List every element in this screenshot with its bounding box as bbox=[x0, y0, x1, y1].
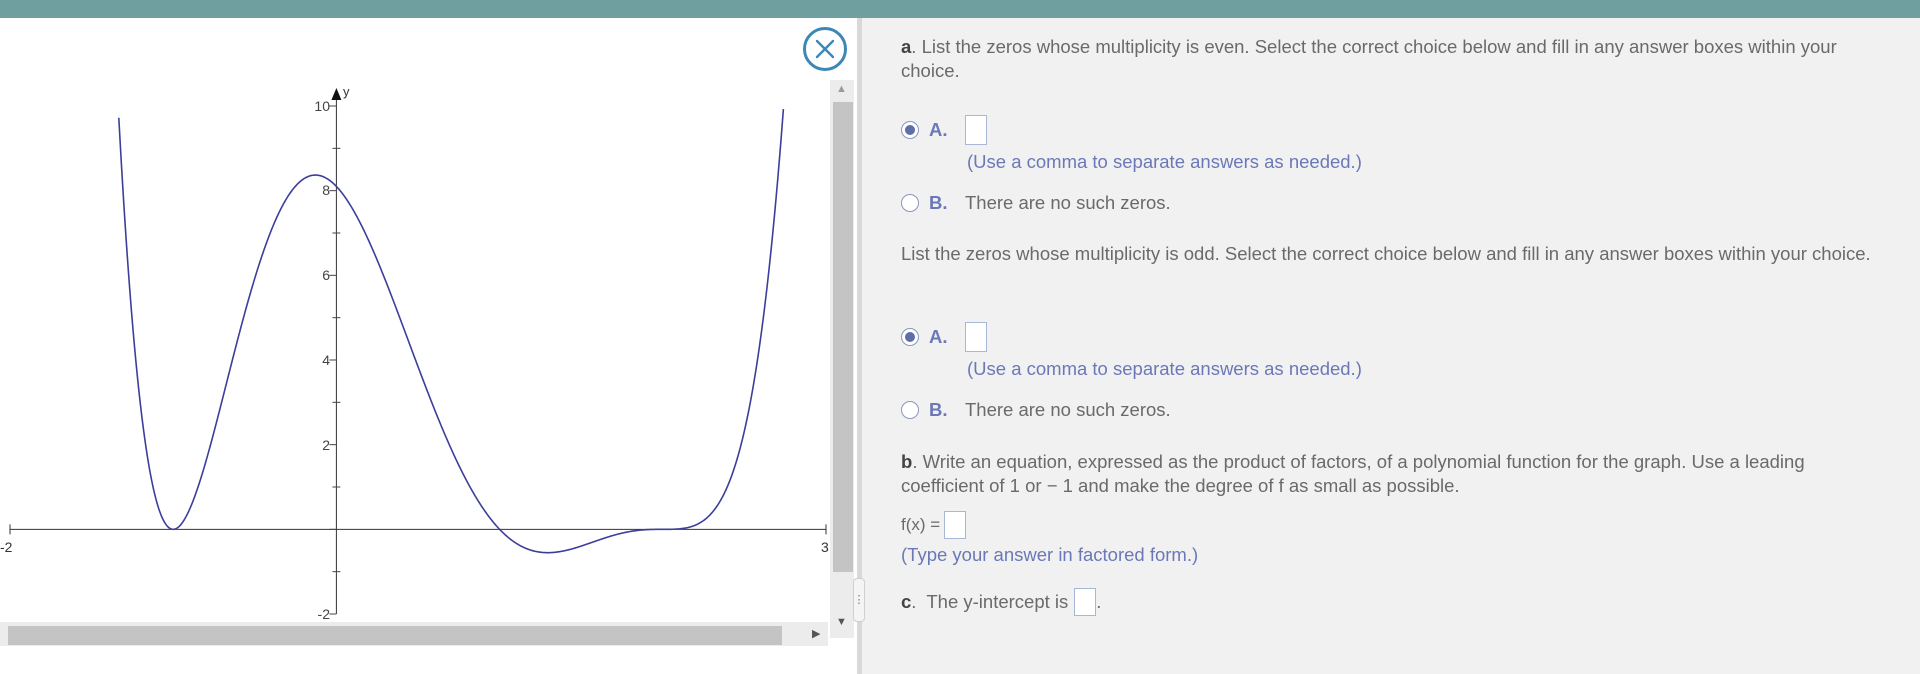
polynomial-graph: -2 3 y 10 8 6 4 2 -2 bbox=[0, 84, 829, 622]
part-c-row: c . The y-intercept is . bbox=[901, 587, 1101, 617]
fx-row: f(x) = bbox=[901, 510, 967, 540]
close-button[interactable] bbox=[803, 27, 847, 71]
even-option-a[interactable]: A. bbox=[901, 115, 987, 145]
part-c-period: . bbox=[1096, 591, 1102, 612]
part-a-letter: a bbox=[901, 36, 912, 57]
part-c-prompt: . The y-intercept is bbox=[911, 591, 1069, 612]
x-max-label: 3 bbox=[821, 539, 829, 555]
vertical-scrollbar[interactable]: ▲ ▼ bbox=[830, 80, 854, 638]
y-tick-label-2: 2 bbox=[322, 437, 330, 453]
close-icon bbox=[815, 39, 835, 59]
scroll-down-arrow-icon[interactable]: ▼ bbox=[836, 615, 847, 629]
vertical-scroll-thumb[interactable] bbox=[833, 102, 853, 572]
odd-option-a-radio[interactable] bbox=[901, 328, 919, 346]
graph-panel: -2 3 y 10 8 6 4 2 -2 ▲ ▼ ▶ bbox=[0, 18, 857, 674]
odd-option-a-letter: A. bbox=[929, 326, 948, 347]
y-tick-label-neg2: -2 bbox=[318, 606, 331, 622]
y-tick-label-4: 4 bbox=[322, 352, 330, 368]
even-option-b-radio[interactable] bbox=[901, 194, 919, 212]
y-axis-label: y bbox=[343, 84, 350, 99]
y-tick-label-10: 10 bbox=[314, 98, 330, 114]
even-option-a-letter: A. bbox=[929, 119, 948, 140]
even-option-a-radio[interactable] bbox=[901, 121, 919, 139]
even-option-b-letter: B. bbox=[929, 192, 948, 213]
part-c-letter: c bbox=[901, 591, 912, 612]
scroll-up-arrow-icon[interactable]: ▲ bbox=[836, 82, 847, 96]
even-option-b[interactable]: B. There are no such zeros. bbox=[901, 189, 1171, 217]
graph-axes bbox=[9, 88, 827, 615]
y-tick-label-6: 6 bbox=[322, 267, 330, 283]
horizontal-scroll-thumb[interactable] bbox=[8, 626, 782, 645]
part-b-hint: (Type your answer in factored form.) bbox=[901, 544, 1199, 565]
odd-option-b[interactable]: B. There are no such zeros. bbox=[901, 396, 1171, 424]
part-b-prompt: b. Write an equation, expressed as the p… bbox=[901, 451, 1805, 496]
even-option-b-text: There are no such zeros. bbox=[965, 192, 1171, 213]
panel-divider bbox=[857, 18, 862, 674]
even-zeros-answer-box[interactable] bbox=[965, 115, 987, 145]
odd-option-b-text: There are no such zeros. bbox=[965, 399, 1171, 420]
odd-option-a[interactable]: A. bbox=[901, 322, 987, 352]
y-axis-arrow-icon bbox=[331, 88, 342, 100]
part-a-prompt: a. List the zeros whose multiplicity is … bbox=[901, 36, 1837, 81]
fx-answer-box[interactable] bbox=[944, 511, 967, 539]
odd-option-a-hint: (Use a comma to separate answers as need… bbox=[967, 358, 1362, 379]
odd-option-b-radio[interactable] bbox=[901, 401, 919, 419]
panel-resize-handle[interactable]: ⋮ bbox=[853, 578, 865, 622]
part-b-letter: b bbox=[901, 451, 913, 472]
top-bar bbox=[0, 0, 1920, 18]
odd-zeros-prompt: List the zeros whose multiplicity is odd… bbox=[901, 243, 1871, 264]
polynomial-curve bbox=[118, 108, 785, 554]
even-option-a-hint: (Use a comma to separate answers as need… bbox=[967, 151, 1362, 172]
y-intercept-answer-box[interactable] bbox=[1074, 588, 1097, 616]
fx-label: f(x) = bbox=[901, 515, 941, 534]
x-min-label: -2 bbox=[0, 539, 13, 555]
scroll-right-arrow-icon[interactable]: ▶ bbox=[812, 626, 820, 642]
horizontal-scrollbar[interactable]: ▶ bbox=[0, 622, 828, 646]
y-tick-label-8: 8 bbox=[322, 182, 330, 198]
odd-option-b-letter: B. bbox=[929, 399, 948, 420]
odd-zeros-answer-box[interactable] bbox=[965, 322, 987, 352]
drag-handle-icon: ⋮ bbox=[853, 594, 865, 606]
